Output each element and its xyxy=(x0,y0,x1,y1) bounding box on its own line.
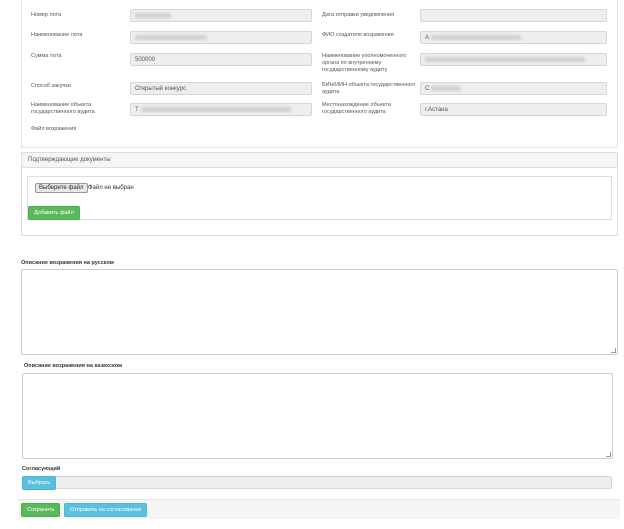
bin-label: БИН/ИИН объекта государственного аудита xyxy=(322,82,416,95)
procurement-method-label: Способ закупки xyxy=(31,83,71,89)
redacted-value xyxy=(135,35,207,40)
location-label: Местонахождение объекта государственного… xyxy=(322,102,391,115)
creator-field: А xyxy=(420,31,607,44)
approver-field xyxy=(22,476,612,489)
lot-info-panel: Номер лота Дата отправки уведомления Наи… xyxy=(21,0,618,148)
lot-sum-label: Сумма лота xyxy=(31,53,62,59)
supporting-documents-title: Подтверждающие документы xyxy=(22,153,617,168)
redacted-value xyxy=(431,86,462,91)
redacted-value xyxy=(431,35,522,40)
audit-object-value: Т xyxy=(135,107,139,114)
description-kz-textarea[interactable] xyxy=(22,373,613,459)
no-file-text: Файл не выбран xyxy=(88,185,134,191)
choose-file-button[interactable]: Выберите файл xyxy=(35,183,88,193)
objection-file-label: Файл возражения xyxy=(31,126,77,132)
description-ru-label: Описание возражения на русском xyxy=(21,260,114,266)
lot-name-label: Наименование лота xyxy=(31,32,83,38)
creator-value: А xyxy=(425,35,430,42)
description-ru-textarea[interactable] xyxy=(21,269,618,355)
save-button[interactable]: Сохранить xyxy=(21,503,61,517)
audit-object-label: Наименование объекта государственного ау… xyxy=(31,102,95,115)
send-for-approval-button[interactable]: Отправить на согласование xyxy=(64,503,148,517)
redacted-value xyxy=(135,13,171,18)
approver-label: Согласующий xyxy=(22,466,61,472)
lot-number-label: Номер лота xyxy=(31,12,62,18)
resize-grip-icon[interactable] xyxy=(611,348,616,353)
bin-value: С xyxy=(425,86,430,93)
lot-name-field xyxy=(130,31,312,44)
creator-label: ФИО создателя возражения xyxy=(322,32,394,38)
select-approver-button[interactable]: Выбрать xyxy=(22,476,57,490)
redacted-value xyxy=(425,57,585,62)
lot-number-field xyxy=(130,9,312,22)
notice-date-label: Дата отправки уведомления xyxy=(322,12,395,18)
procurement-method-field: Открытый конкурс xyxy=(130,82,312,95)
file-upload-box: Выберите файл Файл не выбран Добавить фа… xyxy=(27,176,612,220)
location-field: г.Астана xyxy=(420,103,607,116)
redacted-value xyxy=(140,107,291,112)
audit-object-field: Т xyxy=(130,103,312,116)
notice-date-field xyxy=(420,9,607,22)
description-kz-label: Описание возражения на казахском xyxy=(24,363,123,369)
add-file-button[interactable]: Добавить файл xyxy=(28,206,80,220)
lot-sum-field: 500000 xyxy=(130,53,312,66)
form-footer: Сохранить Отправить на согласование xyxy=(18,499,620,519)
authorized-body-field xyxy=(420,53,607,66)
bin-field: С xyxy=(420,82,607,95)
resize-grip-icon[interactable] xyxy=(606,452,611,457)
supporting-documents-panel: Подтверждающие документы Выберите файл Ф… xyxy=(21,152,618,236)
authorized-body-label: Наименование уполномоченного органа по в… xyxy=(322,53,407,73)
